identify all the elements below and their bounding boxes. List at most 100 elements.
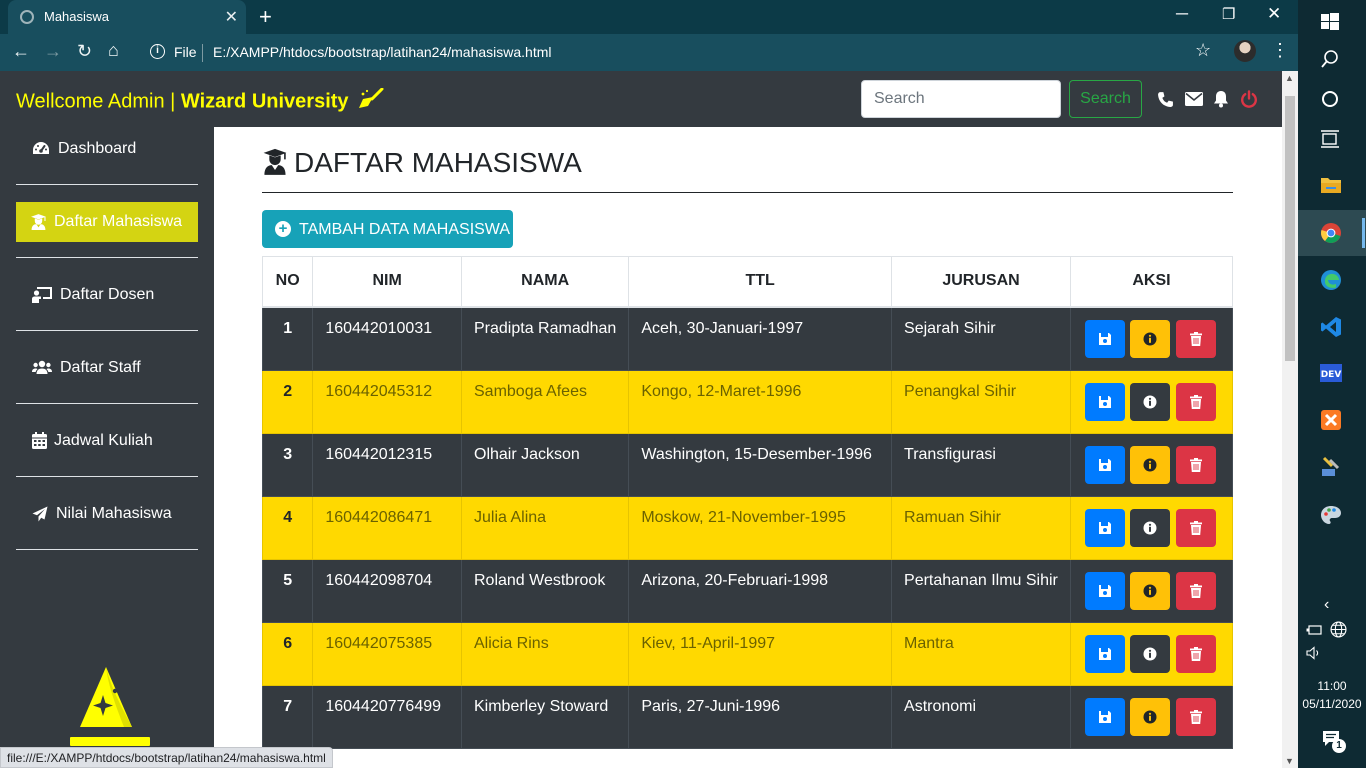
cell-nim: 160442010031 (312, 306, 462, 371)
save-button[interactable] (1085, 319, 1125, 358)
page-scrollbar[interactable]: ▲ ▼ (1282, 71, 1298, 768)
taskbar-tool-app[interactable] (1298, 444, 1366, 490)
sidebar-item-nilai-mahasiswa[interactable]: Nilai Mahasiswa (16, 494, 198, 534)
search-input[interactable] (861, 80, 1061, 118)
close-window-icon[interactable]: ✕ (1267, 4, 1281, 24)
sidebar-divider (16, 257, 198, 258)
task-view-button[interactable] (1298, 117, 1366, 163)
save-button[interactable] (1085, 445, 1125, 484)
delete-button[interactable] (1175, 697, 1216, 736)
browser-tab[interactable]: Mahasiswa ✕ (8, 0, 246, 34)
info-circle-icon (1143, 395, 1157, 408)
bell-icon[interactable] (1213, 90, 1229, 113)
taskbar-vscode[interactable] (1298, 304, 1366, 350)
notification-count-badge: 1 (1332, 739, 1346, 753)
detail-button[interactable] (1130, 382, 1171, 421)
taskbar-dev[interactable]: DEV (1298, 350, 1366, 396)
delete-button[interactable] (1175, 445, 1216, 484)
sidebar-item-jadwal-kuliah[interactable]: Jadwal Kuliah (16, 421, 198, 461)
clock-date[interactable]: 05/11/2020 (1298, 697, 1366, 711)
edge-icon (1321, 270, 1341, 290)
sidebar-item-dashboard[interactable]: Dashboard (16, 129, 198, 169)
forward-icon[interactable]: → (44, 41, 62, 62)
tachometer-icon (32, 141, 50, 161)
navbar-brand[interactable]: Wellcome Admin | Wizard University (16, 87, 384, 116)
taskbar-file-explorer[interactable] (1298, 163, 1366, 209)
detail-button[interactable] (1130, 634, 1171, 673)
detail-button[interactable] (1130, 697, 1171, 736)
save-button[interactable] (1085, 571, 1125, 610)
minimize-icon[interactable]: ─ (1176, 4, 1188, 24)
save-button[interactable] (1085, 508, 1125, 547)
taskbar-chrome[interactable] (1298, 210, 1366, 256)
taskbar-xampp[interactable] (1298, 397, 1366, 443)
back-icon[interactable]: ← (12, 41, 30, 62)
add-mahasiswa-button[interactable]: + TAMBAH DATA MAHASISWA (262, 210, 513, 248)
taskbar-edge[interactable] (1298, 257, 1366, 303)
search-button[interactable]: Search (1069, 80, 1142, 118)
cell-no: 2 (261, 369, 314, 434)
cell-nim: 1604420776499 (312, 684, 462, 749)
sidebar-item-daftar-mahasiswa[interactable]: Daftar Mahasiswa (16, 202, 198, 242)
detail-button[interactable] (1130, 319, 1171, 358)
power-icon[interactable] (1240, 90, 1258, 113)
cell-jurusan: Ramuan Sihir (891, 495, 1071, 560)
tray-expand-chevron-icon[interactable]: ‹ (1324, 596, 1329, 614)
restore-icon[interactable]: ❐ (1222, 5, 1235, 23)
save-button[interactable] (1085, 382, 1125, 421)
info-circle-icon (1143, 458, 1157, 471)
scroll-up-icon[interactable]: ▲ (1285, 73, 1294, 83)
web-page: Wellcome Admin | Wizard University Searc… (0, 71, 1282, 768)
sidebar-item-daftar-dosen[interactable]: Daftar Dosen (16, 275, 198, 315)
delete-button[interactable] (1175, 382, 1216, 421)
clock-time[interactable]: 11:00 (1298, 679, 1366, 693)
floppy-disk-icon (1099, 647, 1111, 660)
chalkboard-teacher-icon (32, 287, 52, 308)
reload-icon[interactable]: ↻ (77, 41, 92, 62)
scroll-down-icon[interactable]: ▼ (1285, 756, 1294, 766)
sidebar-item-label: Daftar Dosen (60, 286, 155, 303)
address-bar[interactable]: i File E:/XAMPP/htdocs/bootstrap/latihan… (140, 38, 1225, 68)
sidebar-divider (16, 184, 198, 185)
delete-button[interactable] (1175, 634, 1216, 673)
tab-close-icon[interactable]: ✕ (225, 7, 238, 27)
info-circle-icon (1143, 584, 1157, 597)
svg-text:DEV: DEV (1321, 370, 1342, 380)
new-tab-icon[interactable]: + (259, 4, 272, 30)
site-info-icon[interactable]: i (150, 44, 165, 59)
taskbar-paint-app[interactable] (1298, 492, 1366, 538)
delete-button[interactable] (1175, 571, 1216, 610)
table-row: 6 160442075385 Alicia Rins Kiev, 11-April-1… (261, 621, 1233, 686)
detail-button[interactable] (1130, 571, 1171, 610)
sidebar-divider (16, 476, 198, 477)
cell-no: 4 (261, 495, 314, 560)
broom-icon (358, 87, 384, 116)
sidebar-item-daftar-staff[interactable]: Daftar Staff (16, 348, 198, 388)
brand-university-name: Wizard University (180, 90, 349, 113)
network-globe-icon[interactable] (1330, 621, 1347, 643)
bookmark-star-icon[interactable]: ☆ (1195, 40, 1211, 61)
profile-avatar[interactable] (1234, 40, 1256, 62)
envelope-icon[interactable] (1185, 92, 1203, 111)
phone-icon[interactable] (1157, 91, 1174, 113)
top-navbar: Wellcome Admin | Wizard University Searc… (0, 71, 1282, 127)
scrollbar-thumb[interactable] (1285, 96, 1295, 361)
volume-icon[interactable] (1306, 646, 1322, 665)
cell-nim: 160442012315 (312, 432, 462, 497)
cell-nim: 160442098704 (312, 558, 462, 623)
address-url[interactable]: E:/XAMPP/htdocs/bootstrap/latihan24/maha… (213, 44, 552, 60)
detail-button[interactable] (1130, 508, 1171, 547)
home-icon[interactable]: ⌂ (108, 40, 119, 61)
cell-aksi (1070, 621, 1233, 686)
title-divider (262, 192, 1233, 193)
browser-menu-icon[interactable]: ⋮ (1271, 40, 1289, 61)
delete-button[interactable] (1175, 508, 1216, 547)
save-button[interactable] (1085, 697, 1125, 736)
address-scheme-label: File (174, 44, 197, 60)
cell-no: 1 (261, 306, 314, 371)
save-button[interactable] (1085, 634, 1125, 673)
detail-button[interactable] (1130, 445, 1171, 484)
battery-icon[interactable] (1306, 623, 1322, 641)
delete-button[interactable] (1175, 319, 1216, 358)
windows-logo-icon (1321, 13, 1339, 30)
